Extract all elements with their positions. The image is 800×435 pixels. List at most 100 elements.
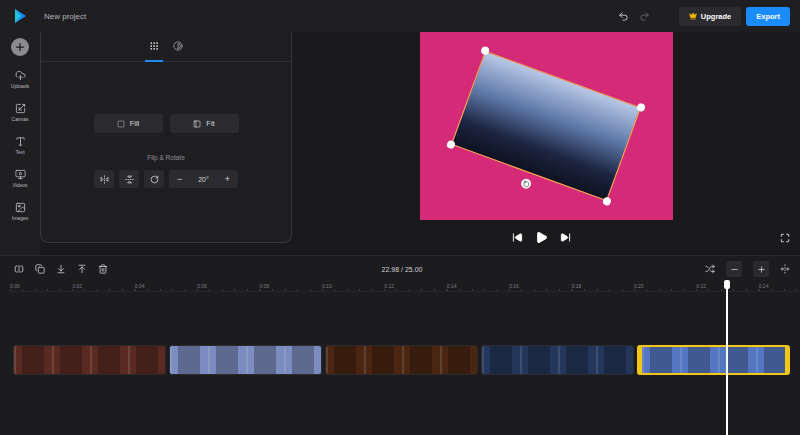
ruler-label: 0:08 xyxy=(260,280,322,291)
timeline-body: 0:000:020:040:060:080:100:120:140:160:18… xyxy=(0,280,800,435)
trash-icon[interactable] xyxy=(98,264,108,274)
top-bar: New project Upgrade Export xyxy=(0,0,800,32)
resize-handle[interactable] xyxy=(445,139,455,149)
undo-icon[interactable] xyxy=(618,11,629,22)
fit-button[interactable]: Fit xyxy=(170,114,239,133)
sidebar-item-label: Images xyxy=(12,215,28,221)
rotation-stepper: − 20° + xyxy=(169,170,238,188)
ruler-label: 0:10 xyxy=(322,280,384,291)
rotate-button[interactable] xyxy=(144,170,164,188)
properties-panel: Fill Fit Flip & Rotate − 20° + xyxy=(40,32,292,243)
panel-tab[interactable] xyxy=(169,32,187,62)
flip-vertical-icon xyxy=(125,175,134,184)
media-layer[interactable] xyxy=(450,51,640,202)
sidebar: Uploads Canvas Text Videos Images xyxy=(0,32,40,255)
panel-tabs xyxy=(41,32,291,62)
fullscreen-icon[interactable] xyxy=(780,233,790,243)
primary-button[interactable]: Export xyxy=(746,7,790,26)
timeline-toolbar: 22.98 / 25.00 xyxy=(0,258,800,280)
logo-icon[interactable] xyxy=(12,8,28,24)
video-clip[interactable] xyxy=(169,345,322,375)
fit-timeline-icon[interactable] xyxy=(780,264,790,274)
minus-icon xyxy=(730,265,739,274)
sidebar-item[interactable]: Videos xyxy=(0,169,40,202)
zoom-in-button[interactable] xyxy=(753,261,769,277)
history-controls xyxy=(618,11,650,22)
fill-button[interactable]: Fill xyxy=(94,114,163,133)
rotate-handle[interactable] xyxy=(519,177,532,190)
ruler-label: 0:02 xyxy=(72,280,134,291)
ruler-label: 0:12 xyxy=(384,280,446,291)
increment-button[interactable]: + xyxy=(223,174,232,184)
plus-icon xyxy=(757,265,766,274)
playhead-knob[interactable] xyxy=(724,280,730,289)
playhead[interactable] xyxy=(726,280,728,435)
video-clip[interactable] xyxy=(325,345,478,375)
flip-vertical-button[interactable] xyxy=(119,170,139,188)
redo-icon[interactable] xyxy=(639,11,650,22)
zoom-out-button[interactable] xyxy=(726,261,742,277)
flip-rotate-controls: − 20° + xyxy=(94,170,238,188)
time-display: 22.98 / 25.00 xyxy=(382,266,423,273)
flip-horizontal-button[interactable] xyxy=(94,170,114,188)
plus-icon xyxy=(14,41,26,53)
sidebar-item-label: Uploads xyxy=(11,83,29,89)
resize-handle[interactable] xyxy=(635,102,645,112)
ruler-label: 0:04 xyxy=(135,280,197,291)
panel-tab[interactable] xyxy=(145,32,163,62)
time-ruler: 0:000:020:040:060:080:100:120:140:160:18… xyxy=(10,280,800,292)
skip-forward-icon[interactable] xyxy=(560,232,571,243)
flip-rotate-label: Flip & Rotate xyxy=(147,154,185,161)
video-icon xyxy=(15,169,26,180)
sidebar-item[interactable]: Text xyxy=(0,136,40,169)
add-button[interactable] xyxy=(11,38,29,56)
transition-icon[interactable] xyxy=(705,264,715,274)
cloud-upload-icon xyxy=(15,70,26,81)
canvas-resize-icon xyxy=(15,103,26,114)
split-icon[interactable] xyxy=(14,264,24,274)
sidebar-item-label: Videos xyxy=(12,182,27,188)
ruler-label: 0:00 xyxy=(10,280,72,291)
crown-icon xyxy=(689,12,697,20)
video-clip[interactable] xyxy=(13,345,166,375)
sidebar-item[interactable]: Images xyxy=(0,202,40,235)
move-down-icon[interactable] xyxy=(56,264,66,274)
ruler-label: 0:24 xyxy=(759,280,800,291)
text-icon xyxy=(15,136,26,147)
resize-handle[interactable] xyxy=(601,196,611,206)
fit-row: Fill Fit xyxy=(94,114,239,133)
video-editor: New project Upgrade Export Uploads Canvas Tex… xyxy=(0,0,800,435)
sidebar-item-label: Canvas xyxy=(12,116,29,122)
fill-icon xyxy=(117,120,125,128)
resize-handle[interactable] xyxy=(479,46,489,56)
fit-icon xyxy=(193,120,201,128)
timeline: 22.98 / 25.000:000:020:040:060:080:100:1… xyxy=(0,255,800,435)
sidebar-item[interactable]: Canvas xyxy=(0,103,40,136)
ruler-label: 0:14 xyxy=(447,280,509,291)
move-up-icon[interactable] xyxy=(77,264,87,274)
ruler-label: 0:20 xyxy=(634,280,696,291)
video-clip[interactable] xyxy=(481,345,634,375)
play-icon[interactable] xyxy=(535,231,548,244)
upgrade-button[interactable]: Upgrade xyxy=(679,7,741,26)
canvas xyxy=(420,32,673,220)
grid-icon xyxy=(149,41,159,51)
rotate-icon xyxy=(150,175,159,184)
ruler-label: 0:18 xyxy=(572,280,634,291)
project-title[interactable]: New project xyxy=(44,12,86,21)
workspace: Uploads Canvas Text Videos Images Fill Fit Flip… xyxy=(0,32,800,255)
duplicate-icon[interactable] xyxy=(35,264,45,274)
image-icon xyxy=(15,202,26,213)
sidebar-item[interactable]: Uploads xyxy=(0,70,40,103)
sidebar-item-label: Text xyxy=(15,149,24,155)
contrast-icon xyxy=(173,41,183,51)
flip-horizontal-icon xyxy=(100,175,109,184)
ruler-label: 0:06 xyxy=(197,280,259,291)
ruler-label: 0:16 xyxy=(509,280,571,291)
rotation-value[interactable]: 20° xyxy=(198,176,209,183)
decrement-button[interactable]: − xyxy=(175,174,184,184)
skip-back-icon[interactable] xyxy=(512,232,523,243)
player-controls xyxy=(292,220,800,255)
rotate-handle-icon xyxy=(521,179,530,188)
video-clip[interactable] xyxy=(637,345,790,375)
